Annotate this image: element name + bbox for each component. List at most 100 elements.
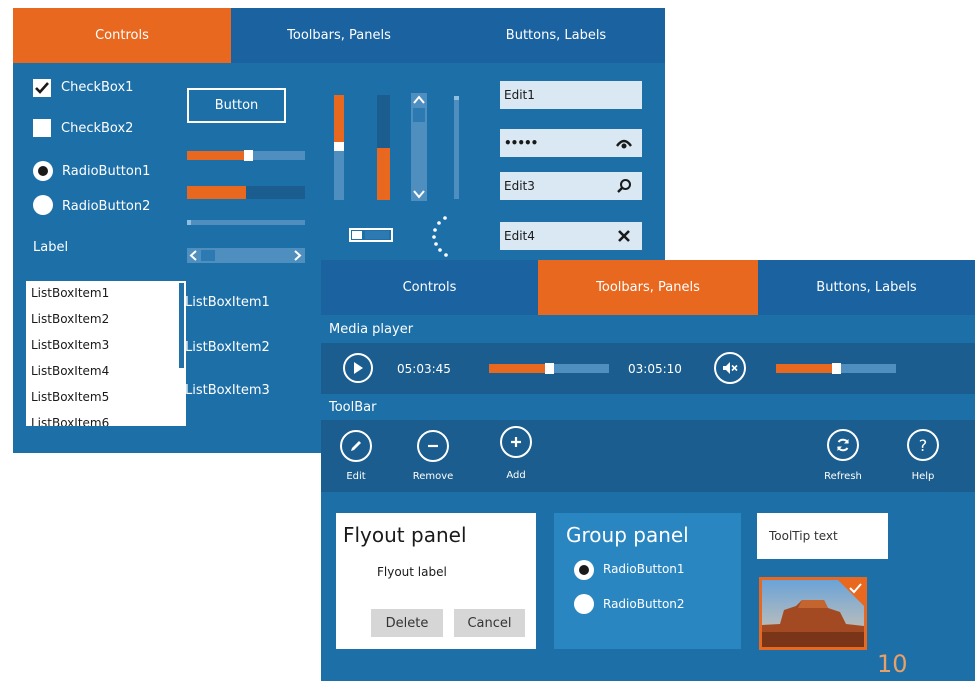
toolbar-bar: Edit Remove Add Refresh ? Help: [321, 420, 975, 492]
edit4-value: Edit4: [504, 229, 535, 243]
scroll-up-icon[interactable]: [413, 95, 425, 105]
search-icon[interactable]: [616, 178, 632, 194]
list-item[interactable]: ListBoxItem2: [185, 340, 270, 355]
selected-image-tile[interactable]: [759, 577, 867, 650]
minus-icon: [428, 444, 438, 448]
toggle-knob: [352, 231, 362, 239]
checkbox2[interactable]: [33, 119, 51, 137]
password-input[interactable]: •••••: [500, 129, 642, 157]
vertical-progress-bar: [377, 95, 390, 200]
label-text: Label: [33, 240, 69, 255]
edit3-input[interactable]: Edit3: [500, 172, 642, 200]
volume-fill: [776, 364, 836, 373]
tab-buttons-labels[interactable]: Buttons, Labels: [758, 260, 975, 315]
edit3-value: Edit3: [504, 179, 535, 193]
toggle-switch[interactable]: [349, 228, 393, 242]
remove-label: Remove: [412, 471, 454, 482]
refresh-label: Refresh: [824, 471, 862, 482]
tooltip: ToolTip text: [757, 513, 888, 559]
tab-buttons-labels[interactable]: Buttons, Labels: [447, 8, 665, 63]
clear-icon[interactable]: [616, 228, 632, 244]
scroll-down-icon[interactable]: [413, 189, 425, 199]
group-panel: Group panel RadioButton1 RadioButton2: [554, 513, 741, 649]
vertical-slider-fill: [334, 95, 344, 143]
play-button[interactable]: [343, 353, 373, 383]
list-item[interactable]: ListBoxItem3: [26, 333, 186, 359]
vertical-slider[interactable]: [334, 95, 344, 200]
delete-button[interactable]: Delete: [371, 609, 443, 637]
volume-slider[interactable]: [776, 363, 896, 374]
checkbox1[interactable]: [33, 79, 51, 97]
eye-icon[interactable]: [616, 135, 632, 151]
edit-label: Edit: [346, 471, 366, 482]
checkbox2-label: CheckBox2: [61, 121, 134, 136]
thin-vertical-fill: [454, 96, 459, 100]
list-item[interactable]: ListBoxItem3: [185, 383, 270, 398]
radio-button-2[interactable]: [33, 195, 53, 215]
list-item[interactable]: ListBoxItem4: [26, 359, 186, 385]
flyout-title: Flyout panel: [343, 523, 467, 547]
group-radio-button-1[interactable]: [574, 560, 594, 580]
radio-button-1[interactable]: [33, 161, 53, 181]
group-radio-button-2-label: RadioButton2: [603, 597, 685, 611]
check-icon: [35, 82, 49, 94]
vertical-slider-thumb[interactable]: [334, 142, 344, 152]
tab-controls[interactable]: Controls: [13, 8, 231, 63]
list-item[interactable]: ListBoxItem1: [185, 295, 270, 310]
cancel-button[interactable]: Cancel: [454, 609, 525, 637]
scrollbar-thumb[interactable]: [201, 250, 215, 261]
add-button[interactable]: [500, 426, 532, 458]
mute-button[interactable]: [714, 352, 746, 384]
flyout-label: Flyout label: [377, 565, 447, 579]
media-position-fill: [489, 364, 549, 373]
vertical-progress-fill: [377, 147, 390, 200]
remove-button[interactable]: [417, 430, 449, 462]
edit4-input[interactable]: Edit4: [500, 222, 642, 250]
time-elapsed: 05:03:45: [397, 362, 451, 376]
group-title: Group panel: [566, 523, 689, 547]
media-position-slider[interactable]: [489, 363, 609, 374]
slider-fill: [187, 151, 249, 160]
media-player-title: Media player: [321, 315, 975, 343]
media-player-bar: 05:03:45 03:05:10: [321, 343, 975, 394]
radio-button-1-label: RadioButton1: [62, 164, 151, 179]
thin-progress-bar: [187, 220, 305, 225]
play-icon: [354, 362, 363, 374]
edit-button[interactable]: [340, 430, 372, 462]
list-item[interactable]: ListBoxItem1: [26, 281, 186, 307]
tab-toolbars-panels[interactable]: Toolbars, Panels: [231, 8, 447, 63]
edit1-input[interactable]: Edit1: [500, 81, 642, 109]
tab-toolbars-panels[interactable]: Toolbars, Panels: [538, 260, 758, 315]
scroll-right-icon[interactable]: [292, 250, 302, 261]
horizontal-scrollbar[interactable]: [187, 248, 305, 263]
list-item[interactable]: ListBoxItem2: [26, 307, 186, 333]
scroll-left-icon[interactable]: [189, 250, 199, 261]
refresh-button[interactable]: [827, 429, 859, 461]
list-item[interactable]: ListBoxItem6: [26, 411, 186, 426]
vertical-scrollbar[interactable]: [411, 93, 427, 201]
toolbars-panels-window: Controls Toolbars, Panels Buttons, Label…: [321, 260, 975, 681]
question-icon: ?: [918, 435, 928, 455]
thin-vertical-progress: [454, 96, 459, 199]
refresh-icon: [837, 438, 849, 452]
tab-controls[interactable]: Controls: [321, 260, 538, 315]
volume-thumb[interactable]: [832, 363, 841, 374]
progress-bar: [187, 186, 305, 199]
help-label: Help: [911, 471, 935, 482]
vscrollbar-thumb[interactable]: [413, 108, 425, 122]
toolbar-title: ToolBar: [321, 394, 975, 420]
add-label: Add: [506, 470, 526, 481]
horizontal-slider[interactable]: [187, 150, 305, 161]
slider-thumb[interactable]: [244, 150, 254, 161]
page-number: 10: [877, 650, 908, 678]
listbox[interactable]: ListBoxItem1 ListBoxItem2 ListBoxItem3 L…: [26, 281, 186, 426]
listbox-scrollbar[interactable]: [179, 283, 184, 368]
help-button[interactable]: ?: [907, 429, 939, 461]
media-position-thumb[interactable]: [545, 363, 554, 374]
flyout-panel: Flyout panel Flyout label Delete Cancel: [336, 513, 536, 649]
group-radio-button-2[interactable]: [574, 594, 594, 614]
list-item[interactable]: ListBoxItem5: [26, 385, 186, 411]
mute-icon: [723, 362, 738, 374]
button[interactable]: Button: [187, 88, 286, 123]
checkbox1-label: CheckBox1: [61, 80, 134, 95]
